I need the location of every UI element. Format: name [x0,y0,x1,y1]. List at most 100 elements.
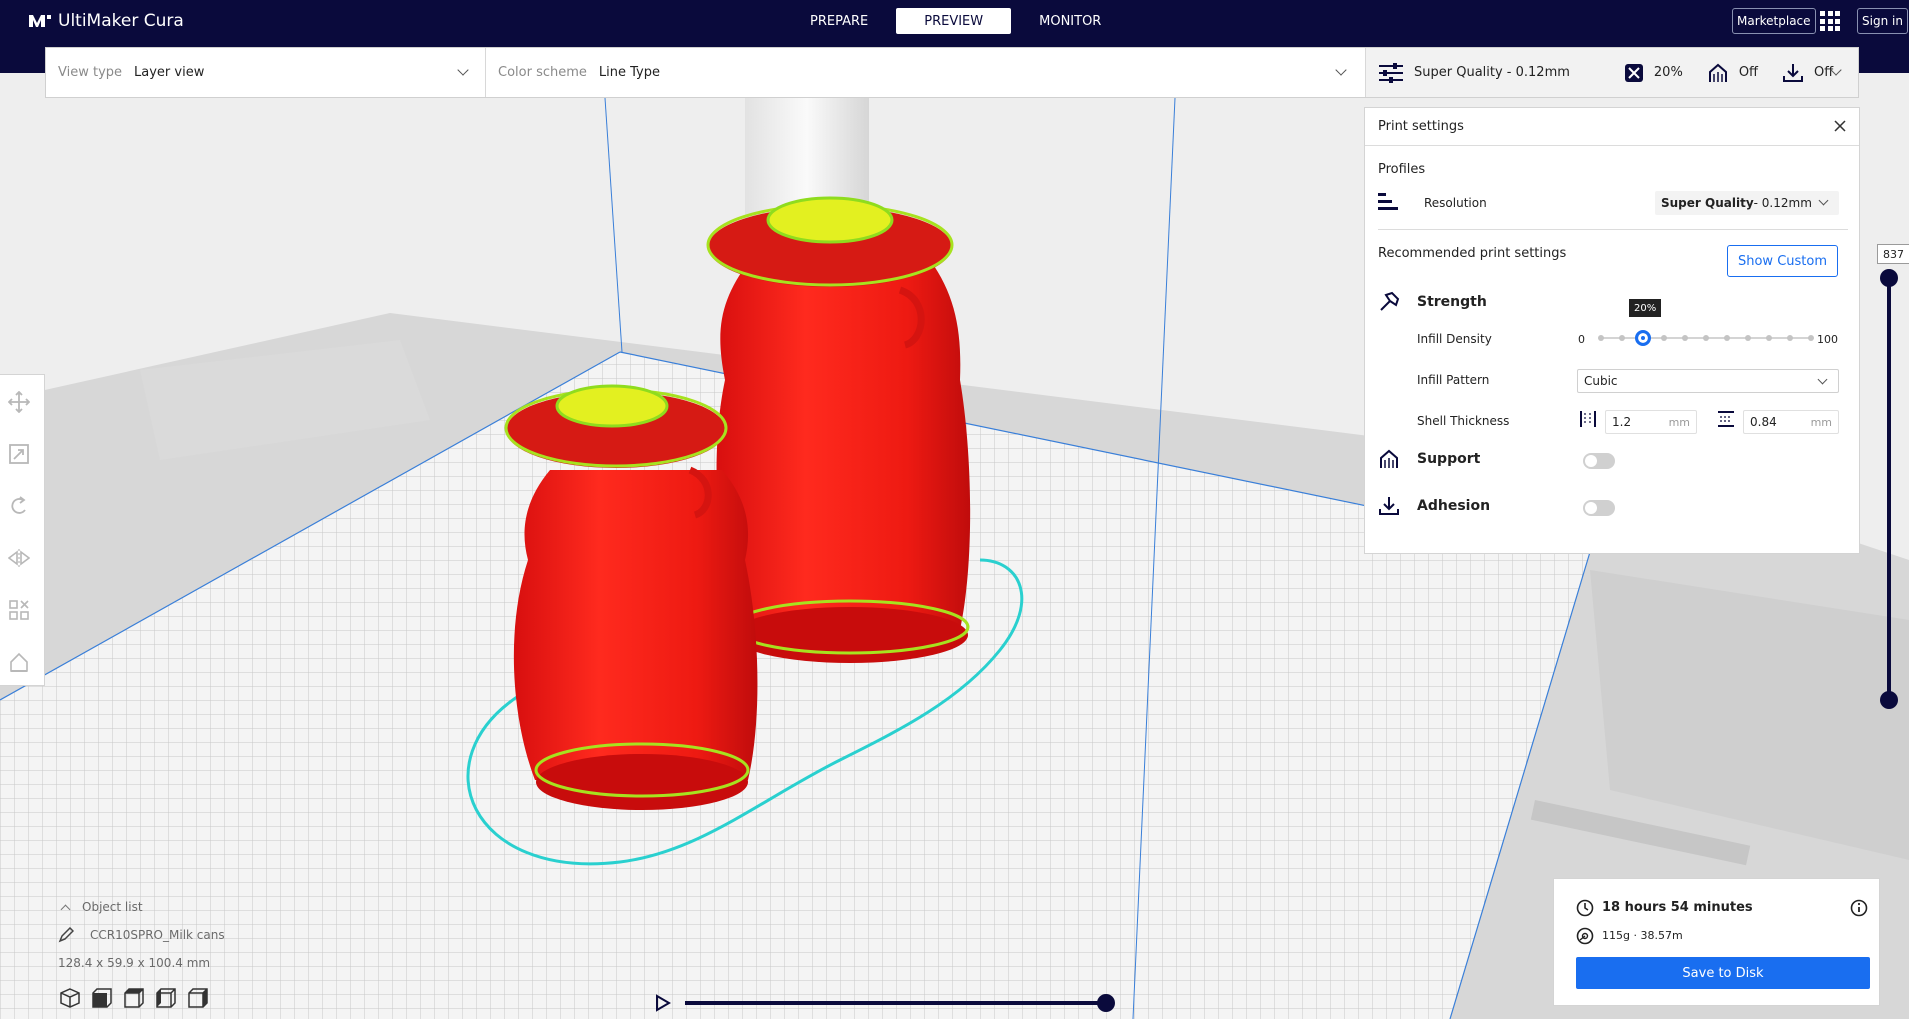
path-slider-handle[interactable] [1097,994,1115,1012]
info-icon[interactable] [1850,899,1868,917]
support-summary: Off [1707,62,1758,84]
infill-pattern-dropdown[interactable]: Cubic [1577,369,1839,393]
mirror-tool-icon[interactable] [8,547,30,569]
print-time: 18 hours 54 minutes [1602,900,1753,915]
support-blocker-icon[interactable] [8,651,30,673]
color-scheme-dropdown[interactable]: Color scheme Line Type [486,48,1366,97]
top-bottom-thickness-unit: mm [1810,415,1832,429]
slider-tick [1661,335,1667,341]
layer-number-field[interactable]: 837 [1877,244,1909,264]
clock-icon [1576,899,1594,917]
infill-max-label: 100 [1817,333,1838,346]
chevron-down-icon [1818,195,1829,206]
per-model-settings-icon[interactable] [8,599,30,621]
layer-slider-bottom-handle[interactable] [1880,691,1898,709]
support-value: Off [1738,65,1759,80]
object-list-label: Object list [82,900,143,914]
adhesion-icon [1783,63,1804,82]
layer-slider-top-handle[interactable] [1880,269,1898,287]
save-to-disk-button[interactable]: Save to Disk [1576,957,1870,989]
resolution-value-bold: Super Quality [1661,196,1754,210]
object-list-toggle[interactable]: Object list [58,900,225,914]
slider-tick [1724,335,1730,341]
infill-value: 20% [1653,65,1683,80]
right-view-icon[interactable] [188,988,208,1008]
left-view-icon[interactable] [156,988,176,1008]
sliders-icon [1379,62,1403,83]
slider-tick [1682,335,1688,341]
adhesion-summary: Off [1782,62,1833,84]
print-settings-header: Print settings [1365,108,1859,146]
wall-thickness-unit: mm [1668,415,1690,429]
support-icon [1380,449,1398,468]
print-settings-panel: Print settings Profiles Resolution Super… [1364,107,1860,554]
print-settings-title: Print settings [1378,119,1464,134]
grid-apps-icon[interactable] [1820,11,1840,31]
move-tool-icon[interactable] [8,391,30,413]
wall-thickness-icon [1580,411,1596,427]
support-label: Support [1417,451,1481,467]
tool-rail [0,374,45,686]
quality-value: Super Quality - 0.12mm [1414,65,1570,80]
infill-summary: 20% [1624,63,1683,83]
object-list: Object list CCR10SPRO_Milk cans 128.4 x … [58,900,225,970]
object-name-row[interactable]: CCR10SPRO_Milk cans [58,927,225,943]
strength-label: Strength [1417,294,1487,310]
slider-handle[interactable] [1635,330,1651,346]
adhesion-value: Off [1814,65,1834,80]
resolution-icon [1378,193,1398,210]
slider-tick [1619,335,1625,341]
wall-thickness-input[interactable]: 1.2 mm [1605,410,1697,434]
layer-playback-bar [655,992,1115,1014]
app-name: UltiMaker Cura [58,11,184,31]
adhesion-icon [1379,497,1399,515]
marketplace-button[interactable]: Marketplace [1732,8,1816,34]
print-setup-selector[interactable]: Super Quality - 0.12mm 20% Off Off [1366,48,1858,97]
infill-min-label: 0 [1578,333,1585,346]
slider-tick [1745,335,1751,341]
adhesion-toggle[interactable] [1583,500,1615,516]
profiles-label: Profiles [1378,162,1426,177]
sign-in-button[interactable]: Sign in [1857,8,1908,34]
tab-prepare[interactable]: PREPARE [793,8,885,34]
top-view-icon[interactable] [124,988,144,1008]
spool-icon [1576,927,1594,945]
support-toggle[interactable] [1583,453,1615,469]
divider [1378,229,1848,230]
layer-slider-track[interactable] [1887,278,1891,701]
top-bottom-thickness-input[interactable]: 0.84 mm [1743,410,1839,434]
chevron-down-icon [1335,64,1347,76]
top-bottom-thickness-value: 0.84 [1750,415,1777,429]
strength-icon [1380,291,1400,311]
scale-tool-icon[interactable] [8,443,30,465]
view-type-value: Layer view [134,65,205,80]
3d-view-icon[interactable] [60,988,80,1008]
slider-tick [1808,335,1814,341]
ultimaker-logo-icon [29,15,51,27]
infill-pattern-value: Cubic [1584,374,1618,388]
color-scheme-label: Color scheme [498,65,587,80]
wall-thickness-value: 1.2 [1612,415,1632,429]
show-custom-button[interactable]: Show Custom [1727,245,1838,277]
app-logo: UltiMaker Cura [28,10,184,32]
tab-preview[interactable]: PREVIEW [896,8,1012,34]
play-icon[interactable] [655,994,671,1012]
tab-monitor[interactable]: MONITOR [1022,8,1118,34]
path-slider-track[interactable] [685,1001,1105,1005]
chevron-down-icon [1817,374,1828,385]
object-name: CCR10SPRO_Milk cans [90,928,225,942]
chevron-down-icon [457,64,469,76]
stage-tabs: PREPARE PREVIEW MONITOR [793,8,1129,34]
infill-tooltip: 20% [1629,299,1662,317]
rotate-tool-icon[interactable] [8,495,30,517]
resolution-value-rest: - 0.12mm [1753,196,1812,210]
infill-density-slider[interactable]: 20% [1598,299,1814,349]
infill-icon [1624,63,1643,82]
front-view-icon[interactable] [92,988,112,1008]
slider-tick [1598,335,1604,341]
quality-summary: Super Quality - 0.12mm [1378,62,1570,84]
close-icon[interactable] [1834,120,1846,132]
resolution-dropdown[interactable]: Super Quality - 0.12mm [1655,191,1839,215]
print-job-summary: 18 hours 54 minutes 115g · 38.57m Save t… [1553,878,1880,1006]
view-type-dropdown[interactable]: View type Layer view [46,48,486,97]
